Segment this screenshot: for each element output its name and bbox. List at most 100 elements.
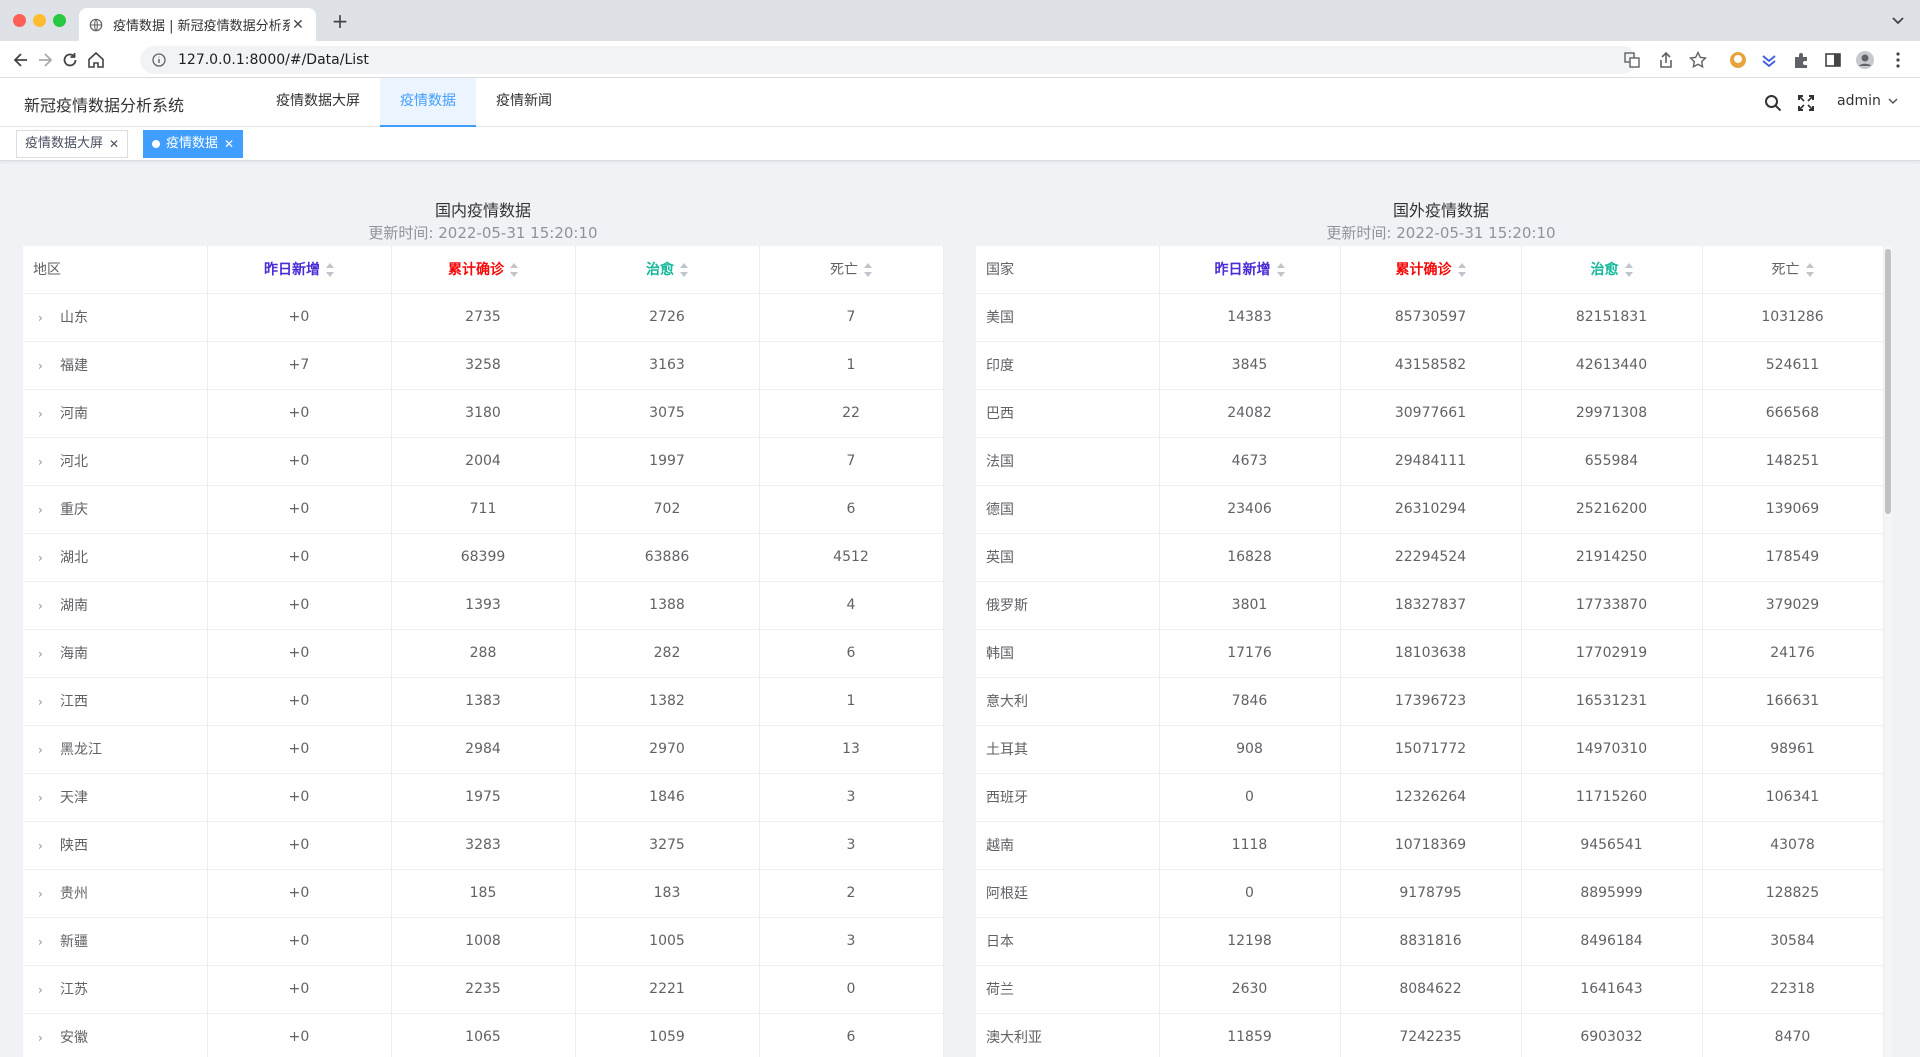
table-row[interactable]: 美国 14383 85730597 82151831 1031286 [976, 293, 1884, 342]
table-row[interactable]: › 河北 +0 2004 1997 7 [23, 437, 944, 486]
table-row[interactable]: 土耳其 908 15071772 14970310 98961 [976, 725, 1884, 774]
expand-chevron-icon[interactable]: › [38, 407, 50, 421]
search-icon[interactable] [1764, 94, 1782, 112]
profile-icon[interactable] [1855, 50, 1875, 70]
table-row[interactable]: 法国 4673 29484111 655984 148251 [976, 437, 1884, 486]
expand-chevron-icon[interactable]: › [38, 359, 50, 373]
expand-chevron-icon[interactable]: › [38, 887, 50, 901]
expand-chevron-icon[interactable]: › [38, 503, 50, 517]
expand-chevron-icon[interactable]: › [38, 983, 50, 997]
chevron-down-icon[interactable] [1890, 12, 1906, 28]
expand-chevron-icon[interactable]: › [38, 599, 50, 613]
table-row[interactable]: 荷兰 2630 8084622 1641643 22318 [976, 965, 1884, 1014]
info-icon[interactable] [152, 53, 166, 67]
table-row[interactable]: 澳大利亚 11859 7242235 6903032 8470 [976, 1013, 1884, 1057]
sidebar-icon[interactable] [1823, 50, 1843, 70]
expand-chevron-icon[interactable]: › [38, 455, 50, 469]
expand-chevron-icon[interactable]: › [38, 647, 50, 661]
cell-value: 2970 [575, 725, 760, 774]
table-row[interactable]: › 湖南 +0 1393 1388 4 [23, 581, 944, 630]
table-row[interactable]: › 海南 +0 288 282 6 [23, 629, 944, 678]
table-row[interactable]: › 江西 +0 1383 1382 1 [23, 677, 944, 726]
column-header-confirmed[interactable]: 累计确诊 [391, 246, 576, 294]
close-icon[interactable]: ✕ [224, 131, 234, 157]
table-row[interactable]: 德国 23406 26310294 25216200 139069 [976, 485, 1884, 534]
table-row[interactable]: › 天津 +0 1975 1846 3 [23, 773, 944, 822]
column-header-cured[interactable]: 治愈 [1521, 246, 1703, 294]
table-row[interactable]: › 新疆 +0 1008 1005 3 [23, 917, 944, 966]
table-row[interactable]: › 河南 +0 3180 3075 22 [23, 389, 944, 438]
home-icon[interactable] [86, 50, 106, 70]
column-header-cured[interactable]: 治愈 [575, 246, 760, 294]
table-row[interactable]: › 陕西 +0 3283 3275 3 [23, 821, 944, 870]
table-row[interactable]: › 贵州 +0 185 183 2 [23, 869, 944, 918]
reload-icon[interactable] [60, 50, 80, 70]
table-row[interactable]: 意大利 7846 17396723 16531231 166631 [976, 677, 1884, 726]
column-header-deaths[interactable]: 死亡 [759, 246, 944, 294]
table-row[interactable]: 越南 1118 10718369 9456541 43078 [976, 821, 1884, 870]
cell-text: 印度 [986, 358, 1014, 374]
sort-icon[interactable] [1457, 263, 1466, 278]
tag-dashboard[interactable]: 疫情数据大屏 ✕ [16, 130, 129, 158]
scrollbar-thumb[interactable] [1885, 249, 1891, 514]
url-field[interactable]: 127.0.0.1:8000/#/Data/List [140, 46, 1637, 74]
sort-icon[interactable] [510, 263, 518, 278]
table-row[interactable]: 俄罗斯 3801 18327837 17733870 379029 [976, 581, 1884, 630]
puzzle-icon[interactable] [1791, 50, 1811, 70]
window-minimize-button[interactable] [33, 14, 46, 27]
sort-icon[interactable] [680, 263, 688, 278]
nav-item-news[interactable]: 疫情新闻 [482, 78, 566, 127]
expand-chevron-icon[interactable]: › [38, 551, 50, 565]
translate-icon[interactable] [1622, 50, 1642, 70]
table-row[interactable]: 阿根廷 0 9178795 8895999 128825 [976, 869, 1884, 918]
table-row[interactable]: 日本 12198 8831816 8496184 30584 [976, 917, 1884, 966]
fullscreen-icon[interactable] [1797, 94, 1815, 112]
table-row[interactable]: 韩国 17176 18103638 17702919 24176 [976, 629, 1884, 678]
forward-arrow-icon[interactable] [35, 50, 55, 70]
window-maximize-button[interactable] [53, 14, 66, 27]
sort-icon[interactable] [864, 263, 872, 278]
expand-chevron-icon[interactable]: › [38, 743, 50, 757]
table-row[interactable]: › 江苏 +0 2235 2221 0 [23, 965, 944, 1014]
extension-arrow-icon[interactable] [1759, 50, 1779, 70]
scrollbar[interactable] [1884, 246, 1892, 1057]
table-row[interactable]: › 湖北 +0 68399 63886 4512 [23, 533, 944, 582]
table-row[interactable]: 英国 16828 22294524 21914250 178549 [976, 533, 1884, 582]
sort-icon[interactable] [1805, 263, 1814, 278]
table-row[interactable]: › 山东 +0 2735 2726 7 [23, 293, 944, 342]
table-row[interactable]: › 重庆 +0 711 702 6 [23, 485, 944, 534]
browser-tab[interactable]: 疫情数据 | 新冠疫情数据分析系统 ✕ [79, 8, 316, 41]
extension-avatar-icon[interactable] [1728, 50, 1748, 70]
tag-data[interactable]: 疫情数据 ✕ [143, 130, 244, 158]
table-row[interactable]: 巴西 24082 30977661 29971308 666568 [976, 389, 1884, 438]
share-icon[interactable] [1656, 50, 1676, 70]
nav-item-dashboard[interactable]: 疫情数据大屏 [262, 78, 374, 127]
expand-chevron-icon[interactable]: › [38, 311, 50, 325]
table-row[interactable]: › 黑龙江 +0 2984 2970 13 [23, 725, 944, 774]
expand-chevron-icon[interactable]: › [38, 1031, 50, 1045]
sort-icon[interactable] [326, 263, 334, 278]
table-row[interactable]: › 福建 +7 3258 3163 1 [23, 341, 944, 390]
table-row[interactable]: 西班牙 0 12326264 11715260 106341 [976, 773, 1884, 822]
back-arrow-icon[interactable] [11, 50, 31, 70]
new-tab-button[interactable]: + [330, 11, 350, 31]
expand-chevron-icon[interactable]: › [38, 695, 50, 709]
close-icon[interactable]: ✕ [109, 131, 119, 157]
close-icon[interactable]: ✕ [290, 17, 306, 33]
user-menu[interactable]: admin [1837, 93, 1899, 109]
table-row[interactable]: › 安徽 +0 1065 1059 6 [23, 1013, 944, 1057]
expand-chevron-icon[interactable]: › [38, 791, 50, 805]
table-row[interactable]: 印度 3845 43158582 42613440 524611 [976, 341, 1884, 390]
column-header-new[interactable]: 昨日新增 [1159, 246, 1341, 294]
sort-icon[interactable] [1624, 263, 1633, 278]
expand-chevron-icon[interactable]: › [38, 935, 50, 949]
window-close-button[interactable] [13, 14, 26, 27]
more-vertical-icon[interactable] [1888, 50, 1908, 70]
column-header-deaths[interactable]: 死亡 [1702, 246, 1884, 294]
expand-chevron-icon[interactable]: › [38, 839, 50, 853]
column-header-confirmed[interactable]: 累计确诊 [1340, 246, 1522, 294]
sort-icon[interactable] [1276, 263, 1285, 278]
nav-item-data[interactable]: 疫情数据 [380, 78, 476, 127]
column-header-new[interactable]: 昨日新增 [207, 246, 392, 294]
star-icon[interactable] [1688, 50, 1708, 70]
